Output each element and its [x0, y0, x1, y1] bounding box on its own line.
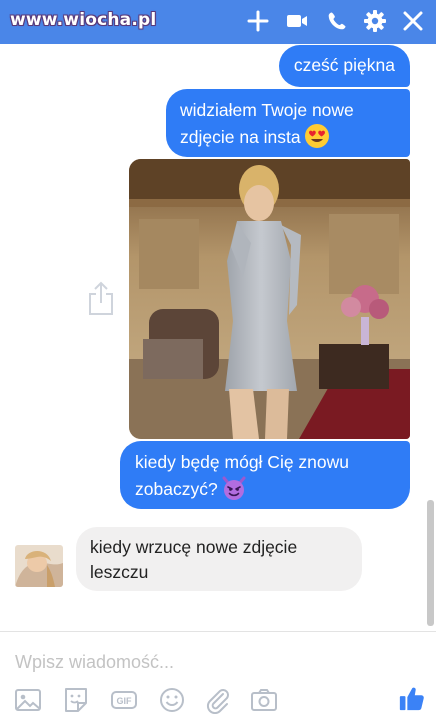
camera-icon[interactable]	[250, 686, 278, 714]
shared-photo[interactable]	[129, 159, 410, 439]
message-text: kiedy wrzucę nowe zdjęcie leszczu	[90, 537, 298, 582]
svg-text:GIF: GIF	[117, 696, 133, 706]
message-text: cześć piękna	[293, 55, 395, 75]
video-camera-icon[interactable]	[285, 9, 309, 33]
plus-icon[interactable]	[246, 9, 270, 33]
devil-emoji	[221, 475, 247, 501]
emoji-icon[interactable]	[158, 686, 186, 714]
like-icon[interactable]	[398, 684, 428, 714]
scrollbar[interactable]	[427, 500, 434, 626]
share-icon[interactable]	[87, 280, 115, 316]
chat-header: www.wiocha.pl	[0, 0, 436, 44]
message-bubble-outgoing[interactable]: kiedy będę mógł Cię znowu zobaczyć?	[120, 441, 410, 509]
message-bubble-outgoing[interactable]: widziałem Twoje nowe zdjęcie na insta	[166, 89, 410, 157]
gif-icon[interactable]: GIF	[110, 686, 138, 714]
image-icon[interactable]	[14, 686, 42, 714]
message-input[interactable]: Wpisz wiadomość...	[15, 652, 174, 673]
message-bubble-incoming[interactable]: kiedy wrzucę nowe zdjęcie leszczu	[76, 527, 362, 591]
sticker-icon[interactable]	[62, 686, 90, 714]
composer-divider	[0, 631, 436, 632]
gear-icon[interactable]	[363, 9, 387, 33]
heart-eyes-emoji	[304, 123, 330, 149]
watermark-logo: www.wiocha.pl	[10, 10, 157, 30]
avatar[interactable]	[15, 545, 63, 587]
phone-icon[interactable]	[325, 9, 349, 33]
attachment-icon[interactable]	[204, 686, 232, 714]
close-icon[interactable]	[401, 9, 425, 33]
message-bubble-outgoing[interactable]: cześć piękna	[278, 45, 410, 87]
